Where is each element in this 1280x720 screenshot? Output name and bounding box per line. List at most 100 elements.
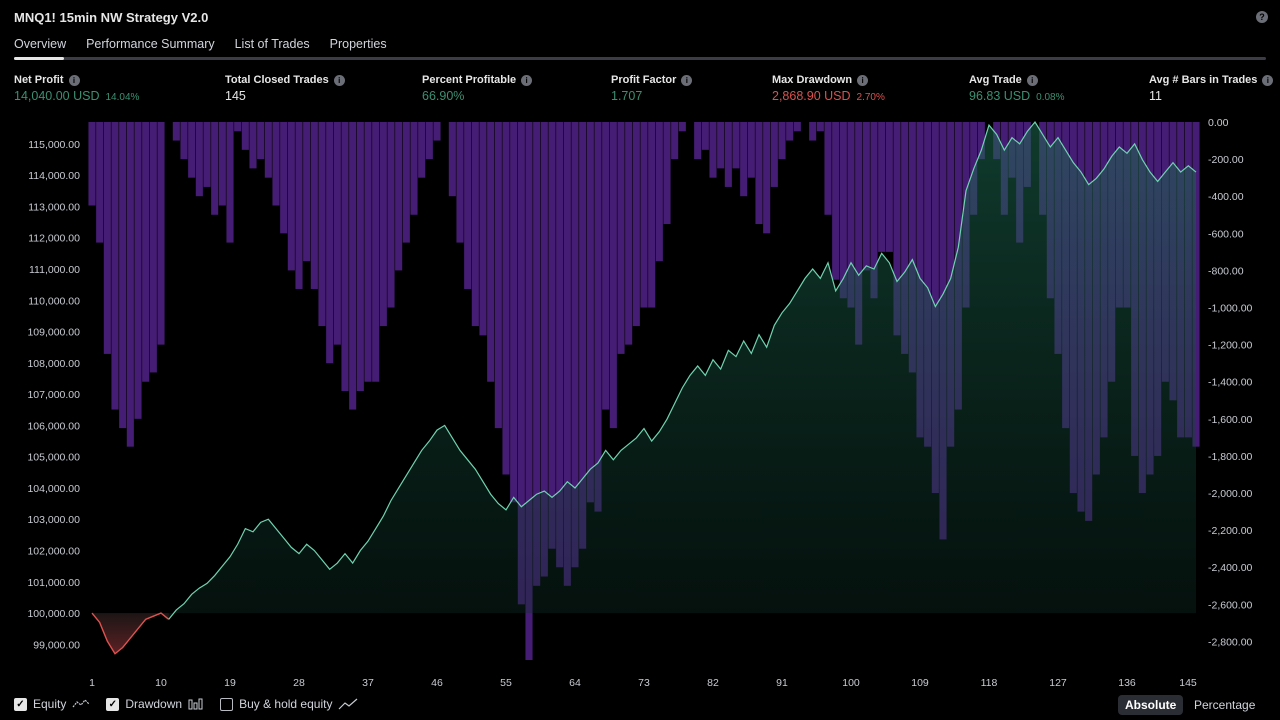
drawdown-bar — [701, 122, 709, 150]
left-axis-tick-label: 110,000.00 — [28, 295, 80, 307]
x-axis-tick-label: 1 — [89, 677, 95, 689]
x-axis-tick-label: 100 — [842, 677, 860, 689]
drawdown-bar — [740, 122, 748, 197]
drawdown-bar — [103, 122, 111, 354]
drawdown-bar — [257, 122, 265, 160]
tab-bar: Overview Performance Summary List of Tra… — [14, 37, 387, 51]
checkbox-checked-icon[interactable]: ✓ — [106, 697, 120, 711]
stat-total-closed-trades: Total Closed Trades i 145 — [225, 74, 345, 103]
tab-properties[interactable]: Properties — [330, 37, 387, 51]
drawdown-bar — [763, 122, 771, 234]
drawdown-bar — [372, 122, 380, 382]
info-icon[interactable]: i — [68, 74, 80, 86]
drawdown-toggle[interactable]: ✓ Drawdown — [106, 697, 204, 711]
drawdown-bar — [724, 122, 732, 187]
right-axis-tick-label: -1,400.00 — [1208, 377, 1253, 389]
drawdown-bar — [272, 122, 280, 206]
drawdown-bar — [149, 122, 157, 373]
drawdown-bar — [318, 122, 326, 327]
right-axis-tick-label: -200.00 — [1208, 154, 1244, 166]
x-axis-tick-label: 82 — [707, 677, 719, 689]
left-axis-tick-label: 102,000.00 — [27, 546, 80, 558]
drawdown-bar — [249, 122, 257, 169]
info-icon[interactable]: i — [521, 74, 533, 86]
drawdown-bar — [548, 122, 556, 549]
drawdown-bar — [111, 122, 119, 410]
stat-label: Avg Trade — [969, 74, 1022, 86]
buy-hold-toggle[interactable]: Buy & hold equity — [220, 697, 358, 711]
drawdown-bar — [195, 122, 203, 197]
drawdown-bar — [211, 122, 219, 215]
drawdown-bar — [448, 122, 456, 197]
right-axis: 0.00 -200.00 -400.00 -600.00 -800.00 -1,000.0… — [1208, 117, 1253, 648]
checkbox-unchecked-icon[interactable] — [220, 697, 234, 711]
buy-hold-toggle-label: Buy & hold equity — [239, 697, 333, 711]
x-axis-tick-label: 109 — [911, 677, 929, 689]
x-axis-tick-label: 37 — [362, 677, 374, 689]
drawdown-bar — [264, 122, 272, 178]
drawdown-bar — [770, 122, 778, 187]
help-icon[interactable]: ? — [1256, 11, 1268, 23]
stat-value: 96.83 USD — [969, 89, 1031, 103]
stat-label: Total Closed Trades — [225, 74, 329, 86]
left-axis-tick-label: 114,000.00 — [28, 170, 80, 182]
checkbox-checked-icon[interactable]: ✓ — [14, 697, 27, 711]
drawdown-bar — [602, 122, 610, 410]
stat-avg-trade: Avg Trade i 96.83 USD 0.08% — [969, 74, 1065, 103]
drawdown-bar — [341, 122, 349, 391]
drawdown-bar — [471, 122, 479, 327]
x-axis-tick-label: 10 — [155, 677, 167, 689]
info-icon[interactable]: i — [681, 74, 693, 86]
drawdown-bar — [402, 122, 410, 243]
x-axis-tick-label: 19 — [224, 677, 236, 689]
right-axis-tick-label: -1,600.00 — [1208, 414, 1253, 426]
drawdown-bar — [502, 122, 510, 475]
right-axis-tick-label: -400.00 — [1208, 191, 1244, 203]
drawdown-bar — [655, 122, 663, 262]
drawdown-bar — [218, 122, 226, 206]
percentage-mode-button[interactable]: Percentage — [1187, 695, 1262, 715]
drawdown-bar — [287, 122, 295, 271]
right-axis-tick-label: -1,000.00 — [1208, 303, 1253, 315]
stat-value: 1.707 — [611, 89, 643, 103]
buy-hold-line-icon — [339, 698, 358, 710]
x-axis-tick-label: 91 — [776, 677, 788, 689]
right-axis-tick-label: -600.00 — [1208, 228, 1244, 240]
x-axis-tick-label: 46 — [431, 677, 443, 689]
equity-toggle[interactable]: ✓ Equity — [14, 697, 90, 711]
stat-value: 14,040.00 USD — [14, 89, 100, 103]
equity-line-icon — [72, 699, 90, 708]
equity-drawdown-chart[interactable]: 115,000.00 114,000.00 113,000.00 112,000.00… — [0, 115, 1280, 693]
drawdown-bar — [88, 122, 96, 206]
right-axis-tick-label: -2,400.00 — [1208, 562, 1253, 574]
stat-percent: 14.04% — [105, 92, 140, 103]
info-icon[interactable]: i — [333, 74, 345, 86]
right-axis-tick-label: -1,800.00 — [1208, 451, 1253, 463]
right-axis-tick-label: -2,600.00 — [1208, 599, 1253, 611]
stat-value: 145 — [225, 89, 246, 103]
window-title: MNQ1! 15min NW Strategy V2.0 — [14, 10, 209, 25]
tab-list-of-trades[interactable]: List of Trades — [235, 37, 310, 51]
drawdown-bar — [824, 122, 832, 215]
tab-performance-summary[interactable]: Performance Summary — [86, 37, 215, 51]
tab-overview[interactable]: Overview — [14, 37, 66, 51]
drawdown-bar — [809, 122, 817, 141]
drawdown-bar — [126, 122, 134, 447]
absolute-mode-button[interactable]: Absolute — [1118, 695, 1184, 715]
info-icon[interactable]: i — [1262, 74, 1274, 86]
left-axis-tick-label: 101,000.00 — [27, 577, 80, 589]
stat-label: Net Profit — [14, 74, 64, 86]
drawdown-bar — [425, 122, 433, 160]
drawdown-bar — [885, 122, 893, 252]
left-axis-tick-label: 109,000.00 — [27, 327, 80, 339]
drawdown-bar — [395, 122, 403, 271]
info-icon[interactable]: i — [1026, 74, 1038, 86]
drawdown-bar — [241, 122, 249, 150]
left-axis-tick-label: 115,000.00 — [28, 139, 80, 151]
right-axis-tick-label: -2,000.00 — [1208, 488, 1253, 500]
info-icon[interactable]: i — [857, 74, 869, 86]
right-axis-tick-label: -2,200.00 — [1208, 525, 1253, 537]
drawdown-bar — [617, 122, 625, 354]
drawdown-bar — [678, 122, 686, 132]
tab-underline-track — [14, 57, 1266, 60]
